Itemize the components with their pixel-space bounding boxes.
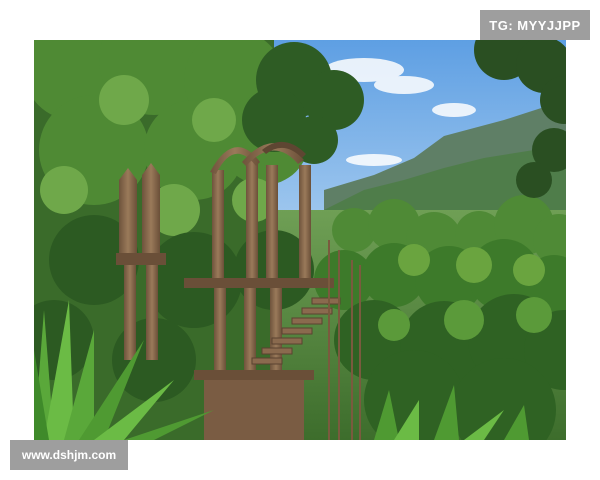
jungle-photo xyxy=(34,40,566,440)
jungle-illustration xyxy=(34,40,566,440)
watermark-bottom-left: www.dshjm.com xyxy=(10,440,128,470)
watermark-top-right: TG: MYYJJPP xyxy=(480,10,590,40)
